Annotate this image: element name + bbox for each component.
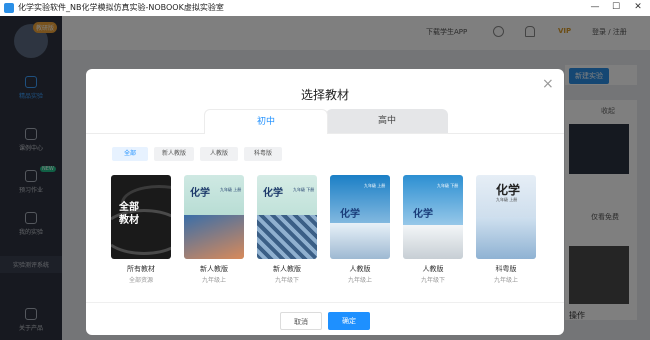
dialog-title: 选择教材 [300,88,349,102]
book-card-keyue[interactable]: 化学 九年级 上册 科粤版 九年级上 [475,175,537,284]
book-cover: 化学 九年级 下册 [257,175,317,259]
select-textbook-dialog: 选择教材 × 初中 高中 全部 新人教版 人教版 科粤版 全部 教材 所有教材 全… [86,69,564,335]
book-subtitle: 九年级下 [274,277,299,284]
cover-title: 化学 [413,209,433,220]
filter-new-pep[interactable]: 新人教版 [154,147,194,161]
book-name: 人教版 [349,265,371,273]
cover-grade: 九年级 下册 [293,187,315,192]
book-name: 所有教材 [127,265,155,273]
cover-art [330,223,390,259]
minimize-button[interactable]: — [584,0,606,16]
book-subtitle: 全部资源 [128,277,153,284]
cover-grade: 九年级 上册 [496,197,518,202]
cover-grade: 九年级 上册 [364,183,386,188]
cover-art [476,217,536,259]
book-subtitle: 九年级下 [420,277,445,284]
book-cover: 化学 九年级 上册 [184,175,244,259]
cover-grade: 九年级 上册 [220,187,242,192]
tab-senior-high[interactable]: 高中 [326,109,448,133]
book-subtitle: 九年级上 [493,277,518,284]
book-name: 科粤版 [495,265,517,273]
cover-art [184,215,244,259]
book-card-new-pep-1[interactable]: 化学 九年级 上册 新人教版 九年级上 [183,175,245,284]
book-subtitle: 九年级上 [347,277,372,284]
filter-all[interactable]: 全部 [112,147,148,161]
confirm-button[interactable]: 确定 [328,312,370,330]
cover-art [257,215,317,259]
book-cover: 化学 九年级 上册 [330,175,390,259]
cover-grade: 九年级 下册 [437,183,459,188]
cover-art [403,225,463,259]
book-cover: 全部 教材 [111,175,171,259]
dialog-footer-divider [86,302,564,303]
cover-title: 化学 [340,209,360,220]
cancel-button[interactable]: 取消 [280,312,322,330]
filter-pep[interactable]: 人教版 [200,147,238,161]
book-cover: 化学 九年级 下册 [403,175,463,259]
cover-title: 化学 [263,188,283,199]
close-icon[interactable]: × [542,76,554,92]
book-card-new-pep-2[interactable]: 化学 九年级 下册 新人教版 九年级下 [256,175,318,284]
tab-junior-high[interactable]: 初中 [204,109,328,134]
window-title: 化学实验软件_NB化学模拟仿真实验-NOBOOK虚拟实验室 [18,3,224,12]
book-card-pep-1[interactable]: 化学 九年级 上册 人教版 九年级上 [329,175,391,284]
maximize-button[interactable]: ☐ [605,0,627,16]
window-titlebar: 化学实验软件_NB化学模拟仿真实验-NOBOOK虚拟实验室 — ☐ ✕ [0,0,650,17]
book-cover: 化学 九年级 上册 [476,175,536,259]
book-name: 人教版 [422,265,444,273]
cover-text: 全部 教材 [119,202,139,226]
close-window-button[interactable]: ✕ [627,0,649,16]
book-card-pep-2[interactable]: 化学 九年级 下册 人教版 九年级下 [402,175,464,284]
book-subtitle: 九年级上 [201,277,226,284]
cover-title: 化学 [496,183,521,197]
cover-title: 化学 [190,188,210,199]
book-name: 新人教版 [200,265,228,273]
app-icon [4,3,14,13]
filter-keyue[interactable]: 科粤版 [244,147,282,161]
book-name: 新人教版 [273,265,301,273]
book-card-all[interactable]: 全部 教材 所有教材 全部资源 [110,175,172,284]
